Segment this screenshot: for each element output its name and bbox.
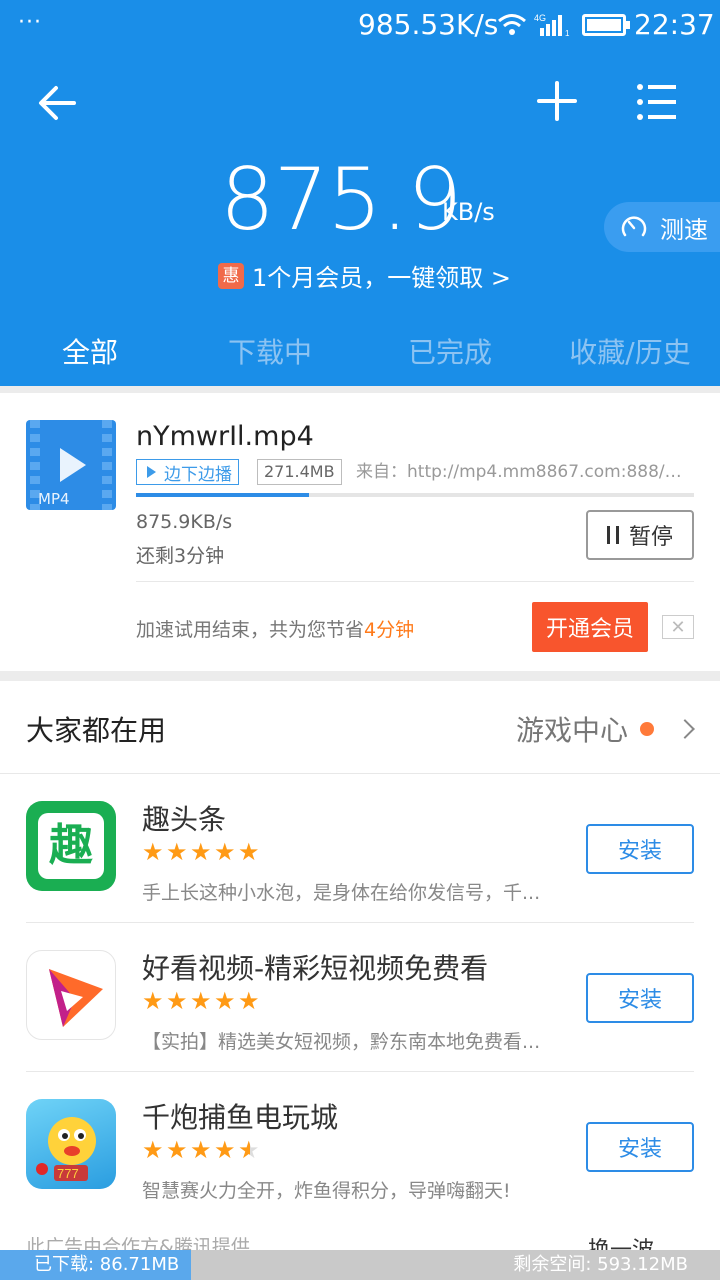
- downloaded-size: 已下载: 86.71MB: [0, 1250, 192, 1280]
- wifi-icon: [498, 14, 526, 35]
- star-icon: ★: [190, 1136, 212, 1164]
- notification-dots-icon: ···: [18, 10, 42, 35]
- file-source: 来自：http://mp4.mm8867.com:888/ne...: [356, 462, 691, 482]
- tab-completed[interactable]: 已完成: [360, 320, 540, 386]
- status-bar: ··· 985.53K/s 4G 1 22:37: [0, 0, 720, 50]
- star-icon: ★: [142, 838, 164, 866]
- pause-button[interactable]: 暂停: [586, 510, 694, 560]
- divider: [0, 671, 720, 681]
- app-list-item[interactable]: 777 千炮捕鱼电玩城 ★ ★ ★ ★ ★ 智慧赛火力全开，炸鱼得积分，导弹嗨翻天! 安…: [0, 1072, 720, 1221]
- rating-stars: ★ ★ ★ ★ ★: [142, 1138, 262, 1162]
- network-type-label: 4G: [534, 13, 546, 23]
- star-icon: ★: [166, 987, 188, 1015]
- star-icon: ★: [166, 1136, 188, 1164]
- download-progress-bar: [136, 493, 694, 497]
- progress-fill: [136, 493, 309, 497]
- vip-promo-link[interactable]: 惠 1个月会员，一键领取 >: [218, 258, 511, 293]
- qutoutiao-app-icon: 趣: [26, 801, 116, 891]
- video-file-icon: MP4: [26, 420, 116, 510]
- speedometer-icon: [621, 216, 647, 237]
- header: 875.9 KB/s 惠 1个月会员，一键领取 > 测速 全部 下载中 已完成 …: [0, 50, 720, 386]
- download-rate: 875.9KB/s: [136, 511, 233, 533]
- app-description: 手上长这种小水泡，是身体在给你发信号，千...: [142, 882, 541, 904]
- battery-icon: [582, 14, 630, 36]
- recommended-apps-header: 大家都在用 游戏中心: [0, 681, 720, 774]
- play-tag-label: 边下边播: [164, 464, 232, 485]
- discount-badge-icon: 惠: [218, 262, 244, 289]
- section-title: 大家都在用: [26, 714, 167, 747]
- pause-label: 暂停: [628, 525, 673, 550]
- file-type-label: MP4: [38, 490, 70, 508]
- svg-text:777: 777: [57, 1166, 79, 1181]
- app-name: 趣头条: [142, 803, 227, 836]
- divider: [136, 581, 694, 582]
- download-tabs: 全部 下载中 已完成 收藏/历史: [0, 320, 720, 386]
- game-center-link[interactable]: 游戏中心: [516, 709, 695, 749]
- star-icon: ★: [190, 838, 212, 866]
- fishing-game-app-icon: 777: [26, 1099, 116, 1189]
- star-icon: ★: [214, 838, 236, 866]
- rating-stars: ★ ★ ★ ★ ★: [142, 989, 262, 1013]
- network-speed: 985.53K/s: [358, 8, 499, 41]
- file-size: 271.4MB: [257, 459, 342, 485]
- install-button[interactable]: 安装: [586, 824, 694, 874]
- chevron-right-icon: [675, 719, 695, 739]
- speed-test-button[interactable]: 测速: [604, 202, 720, 252]
- tab-all[interactable]: 全部: [0, 320, 180, 386]
- pause-icon: [606, 526, 619, 544]
- download-item[interactable]: MP4 nYmwrIl.mp4 边下边播 271.4MB 来自：http://m…: [0, 393, 720, 671]
- svg-text:1: 1: [565, 29, 570, 38]
- tab-favorites-history[interactable]: 收藏/历史: [540, 320, 720, 386]
- free-space: 剩余空间: 593.12MB: [513, 1254, 688, 1275]
- app-list-item[interactable]: 趣 趣头条 ★ ★ ★ ★ ★ 手上长这种小水泡，是身体在给你发信号，千... 安装: [0, 774, 720, 923]
- install-button[interactable]: 安装: [586, 1122, 694, 1172]
- star-icon: ★: [214, 987, 236, 1015]
- rating-stars: ★ ★ ★ ★ ★: [142, 840, 262, 864]
- divider: [0, 386, 720, 393]
- app-name: 好看视频-精彩短视频免费看: [142, 952, 489, 985]
- half-star-icon: ★: [238, 1138, 262, 1162]
- play-while-downloading-button[interactable]: 边下边播: [136, 459, 239, 485]
- star-icon: ★: [142, 987, 164, 1015]
- add-task-icon[interactable]: [536, 80, 578, 122]
- app-description: 智慧赛火力全开，炸鱼得积分，导弹嗨翻天!: [142, 1180, 511, 1202]
- storage-bar: 已下载: 86.71MB 剩余空间: 593.12MB: [0, 1250, 720, 1280]
- haokan-video-app-icon: [26, 950, 116, 1040]
- tab-downloading[interactable]: 下载中: [180, 320, 360, 386]
- current-speed-unit: KB/s: [442, 198, 495, 226]
- notification-dot-icon: [640, 722, 655, 736]
- current-speed-value: 875.9: [220, 150, 462, 250]
- star-icon: ★: [214, 1136, 236, 1164]
- back-arrow-icon[interactable]: [34, 80, 80, 126]
- clock: 22:37: [634, 8, 715, 41]
- play-icon: [147, 466, 156, 478]
- app-description: 【实拍】精选美女短视频，黔东南本地免费看...: [142, 1031, 541, 1053]
- vip-promo-text: 1个月会员，一键领取 >: [252, 264, 512, 292]
- star-icon: ★: [238, 838, 260, 866]
- star-icon: ★: [238, 987, 260, 1015]
- trial-ended-message: 加速试用结束，共为您节省4分钟: [136, 619, 415, 641]
- star-icon: ★: [142, 1136, 164, 1164]
- file-name: nYmwrIl.mp4: [136, 421, 314, 452]
- star-icon: ★: [166, 838, 188, 866]
- speed-test-label: 测速: [660, 215, 708, 244]
- game-center-label: 游戏中心: [516, 714, 629, 747]
- close-icon[interactable]: ✕: [662, 615, 694, 639]
- menu-list-icon[interactable]: [636, 82, 678, 122]
- app-list-item[interactable]: 好看视频-精彩短视频免费看 ★ ★ ★ ★ ★ 【实拍】精选美女短视频，黔东南本地免费看…: [0, 923, 720, 1072]
- time-saved-highlight: 4分钟: [364, 619, 415, 641]
- star-icon: ★: [190, 987, 212, 1015]
- time-remaining: 还剩3分钟: [136, 545, 225, 567]
- install-button[interactable]: 安装: [586, 973, 694, 1023]
- cellular-signal-icon: 4G 1: [534, 13, 570, 38]
- open-vip-button[interactable]: 开通会员: [532, 602, 648, 652]
- app-name: 千炮捕鱼电玩城: [142, 1101, 339, 1134]
